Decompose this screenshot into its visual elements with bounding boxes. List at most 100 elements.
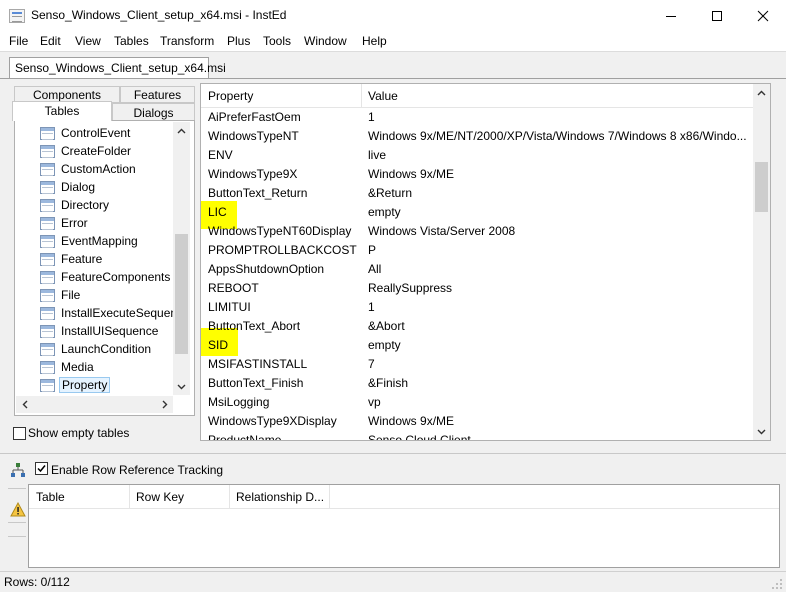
list-item[interactable]: InstallExecuteSequen [40,304,173,322]
menu-tables[interactable]: Tables [114,34,149,48]
divider [8,536,26,537]
menu-view[interactable]: View [75,34,101,48]
chevron-left-icon [22,400,27,409]
show-empty-tables-label: Show empty tables [28,426,130,440]
chevron-down-icon [757,429,766,434]
resize-grip-icon[interactable] [771,578,783,590]
list-item[interactable]: Error [40,214,173,232]
maximize-icon [712,10,722,21]
column-header-relationship[interactable]: Relationship D... [236,490,324,504]
table-icon [40,144,55,158]
table-row[interactable]: PROMPTROLLBACKCOST P [201,241,753,260]
divider [8,522,26,523]
table-row[interactable]: WindowsType9X Windows 9x/ME [201,165,753,184]
show-empty-tables-checkbox[interactable] [13,427,26,440]
scroll-up-arrow[interactable] [173,122,190,139]
tab-features[interactable]: Features [120,86,195,103]
scroll-right-arrow[interactable] [156,396,173,413]
list-item[interactable]: InstallUISequence [40,322,173,340]
list-item[interactable]: CustomAction [40,160,173,178]
table-icon [40,234,55,248]
minimize-button[interactable] [648,0,694,31]
hierarchy-icon[interactable] [10,462,26,478]
list-item[interactable]: EventMapping [40,232,173,250]
table-row[interactable]: LIMITUI 1 [201,298,753,317]
table-row[interactable]: MSIFASTINSTALL 7 [201,355,753,374]
table-row[interactable]: WindowsTypeNT Windows 9x/ME/NT/2000/XP/Vi… [201,127,753,146]
scroll-thumb[interactable] [175,234,188,354]
list-item[interactable]: Dialog [40,178,173,196]
scroll-down-arrow[interactable] [753,423,770,440]
table-row[interactable]: ENV live [201,146,753,165]
tables-list-hscrollbar[interactable] [16,396,173,413]
scroll-down-arrow[interactable] [173,378,190,395]
table-row[interactable]: ProductName Senso Cloud Client [201,431,753,440]
menu-window[interactable]: Window [304,34,347,48]
table-icon [40,162,55,176]
status-bar: Rows: 0/112 [0,571,786,592]
menu-plus[interactable]: Plus [227,34,250,48]
row-reference-list: Table Row Key Relationship D... [28,484,780,568]
row-reference-checkbox[interactable] [35,462,48,475]
window-title: Senso_Windows_Client_setup_x64.msi - Ins… [31,8,287,22]
scroll-left-arrow[interactable] [16,396,33,413]
list-item[interactable]: Media [40,358,173,376]
table-row[interactable]: AppsShutdownOption All [201,260,753,279]
column-header-table[interactable]: Table [36,490,65,504]
divider [8,488,26,489]
menu-bar: File Edit View Tables Transform Plus Too… [0,31,786,51]
scroll-thumb[interactable] [755,162,768,212]
table-row[interactable]: WindowsTypeNT60Display Windows Vista/Serv… [201,222,753,241]
list-item[interactable]: CreateFolder [40,142,173,160]
document-tab-strip: Senso_Windows_Client_setup_x64.msi [0,51,786,79]
table-icon [40,342,55,356]
list-item[interactable]: File [40,286,173,304]
column-header-value[interactable]: Value [368,89,398,103]
grid-scrollbar[interactable] [753,84,770,440]
column-divider[interactable] [129,485,130,509]
maximize-button[interactable] [694,0,740,31]
list-item[interactable]: LaunchCondition [40,340,173,358]
table-icon [40,306,55,320]
table-row[interactable]: MsiLogging vp [201,393,753,412]
title-bar: Senso_Windows_Client_setup_x64.msi - Ins… [0,0,786,31]
list-item[interactable]: Feature [40,250,173,268]
menu-file[interactable]: File [9,34,28,48]
row-reference-label: Enable Row Reference Tracking [51,463,224,477]
row-reference-header: Table Row Key Relationship D... [29,485,779,509]
table-row[interactable]: ButtonText_Finish &Finish [201,374,753,393]
table-row[interactable]: AiPreferFastOem 1 [201,108,753,127]
table-row[interactable]: ButtonText_Abort &Abort [201,317,753,336]
tab-tables[interactable]: Tables [12,101,112,121]
column-header-property[interactable]: Property [208,89,253,103]
row-count: Rows: 0/112 [4,575,70,589]
table-row[interactable]: LIC empty [201,203,753,222]
list-item[interactable]: FeatureComponents [40,268,173,286]
tables-list-scrollbar[interactable] [173,122,190,395]
table-row[interactable]: REBOOT ReallySuppress [201,279,753,298]
column-header-row-key[interactable]: Row Key [136,490,184,504]
column-divider[interactable] [361,84,362,108]
menu-transform[interactable]: Transform [160,34,214,48]
warning-icon[interactable] [10,502,26,517]
table-icon [40,288,55,302]
table-row[interactable]: WindowsType9XDisplay Windows 9x/ME [201,412,753,431]
scroll-up-arrow[interactable] [753,84,770,101]
menu-tools[interactable]: Tools [263,34,291,48]
tables-list: ControlEvent CreateFolder CustomAction D… [16,122,173,398]
list-item-selected[interactable]: Property [40,376,173,394]
tab-dialogs[interactable]: Dialogs [112,103,195,121]
list-item[interactable]: ControlEvent [40,124,173,142]
property-grid: Property Value AiPreferFastOem 1 WindowsT… [200,83,771,441]
column-divider[interactable] [329,485,330,509]
document-tab[interactable]: Senso_Windows_Client_setup_x64.msi [9,57,226,79]
chevron-down-icon [177,384,186,389]
menu-help[interactable]: Help [362,34,387,48]
table-row[interactable]: ButtonText_Return &Return [201,184,753,203]
table-icon [40,198,55,212]
menu-edit[interactable]: Edit [40,34,61,48]
list-item[interactable]: Directory [40,196,173,214]
column-divider[interactable] [229,485,230,509]
close-button[interactable] [740,0,786,31]
table-row[interactable]: SID empty [201,336,753,355]
